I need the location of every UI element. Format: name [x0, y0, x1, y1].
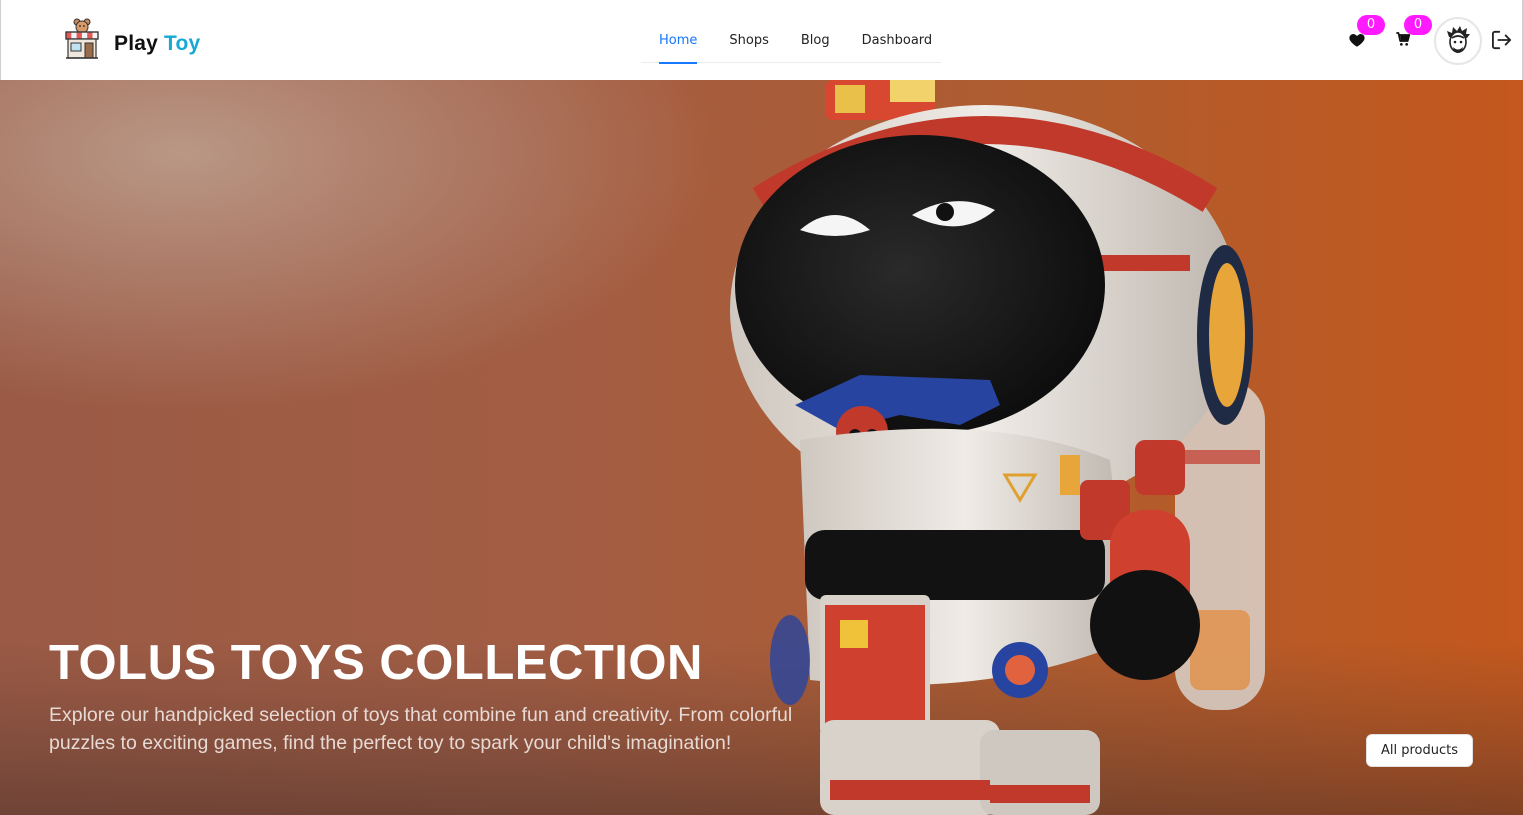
hero-description: Explore our handpicked selection of toys… — [49, 704, 793, 754]
nav-item-dashboard[interactable]: Dashboard — [862, 22, 933, 63]
user-avatar-button[interactable] — [1434, 17, 1482, 65]
brand-logo-link[interactable]: Play Toy — [64, 18, 200, 60]
brand-name-first: Play — [114, 32, 158, 55]
nav-item-shops[interactable]: Shops — [729, 22, 768, 63]
all-products-button[interactable]: All products — [1366, 734, 1473, 767]
toy-shop-icon — [65, 18, 99, 59]
wishlist-count-badge: 0 — [1357, 15, 1385, 35]
hero-banner: TOLUS TOYS COLLECTION Explore our handpi… — [0, 80, 1523, 815]
nav-item-blog[interactable]: Blog — [801, 22, 830, 63]
nav-item-home[interactable]: Home — [659, 22, 698, 64]
logout-button[interactable] — [1491, 30, 1513, 50]
brand-name-second: Toy — [164, 32, 201, 55]
brand-name: Play Toy — [114, 32, 200, 56]
cart-count-badge: 0 — [1404, 15, 1432, 35]
hero-title: TOLUS TOYS COLLECTION — [49, 636, 703, 690]
user-avatar-icon — [1447, 26, 1470, 53]
main-nav-menu: Home Shops Blog Dashboard — [641, 22, 941, 64]
top-navbar: Play Toy Home Shops Blog Dashboard 0 0 — [0, 0, 1523, 80]
logout-icon — [1492, 30, 1512, 50]
